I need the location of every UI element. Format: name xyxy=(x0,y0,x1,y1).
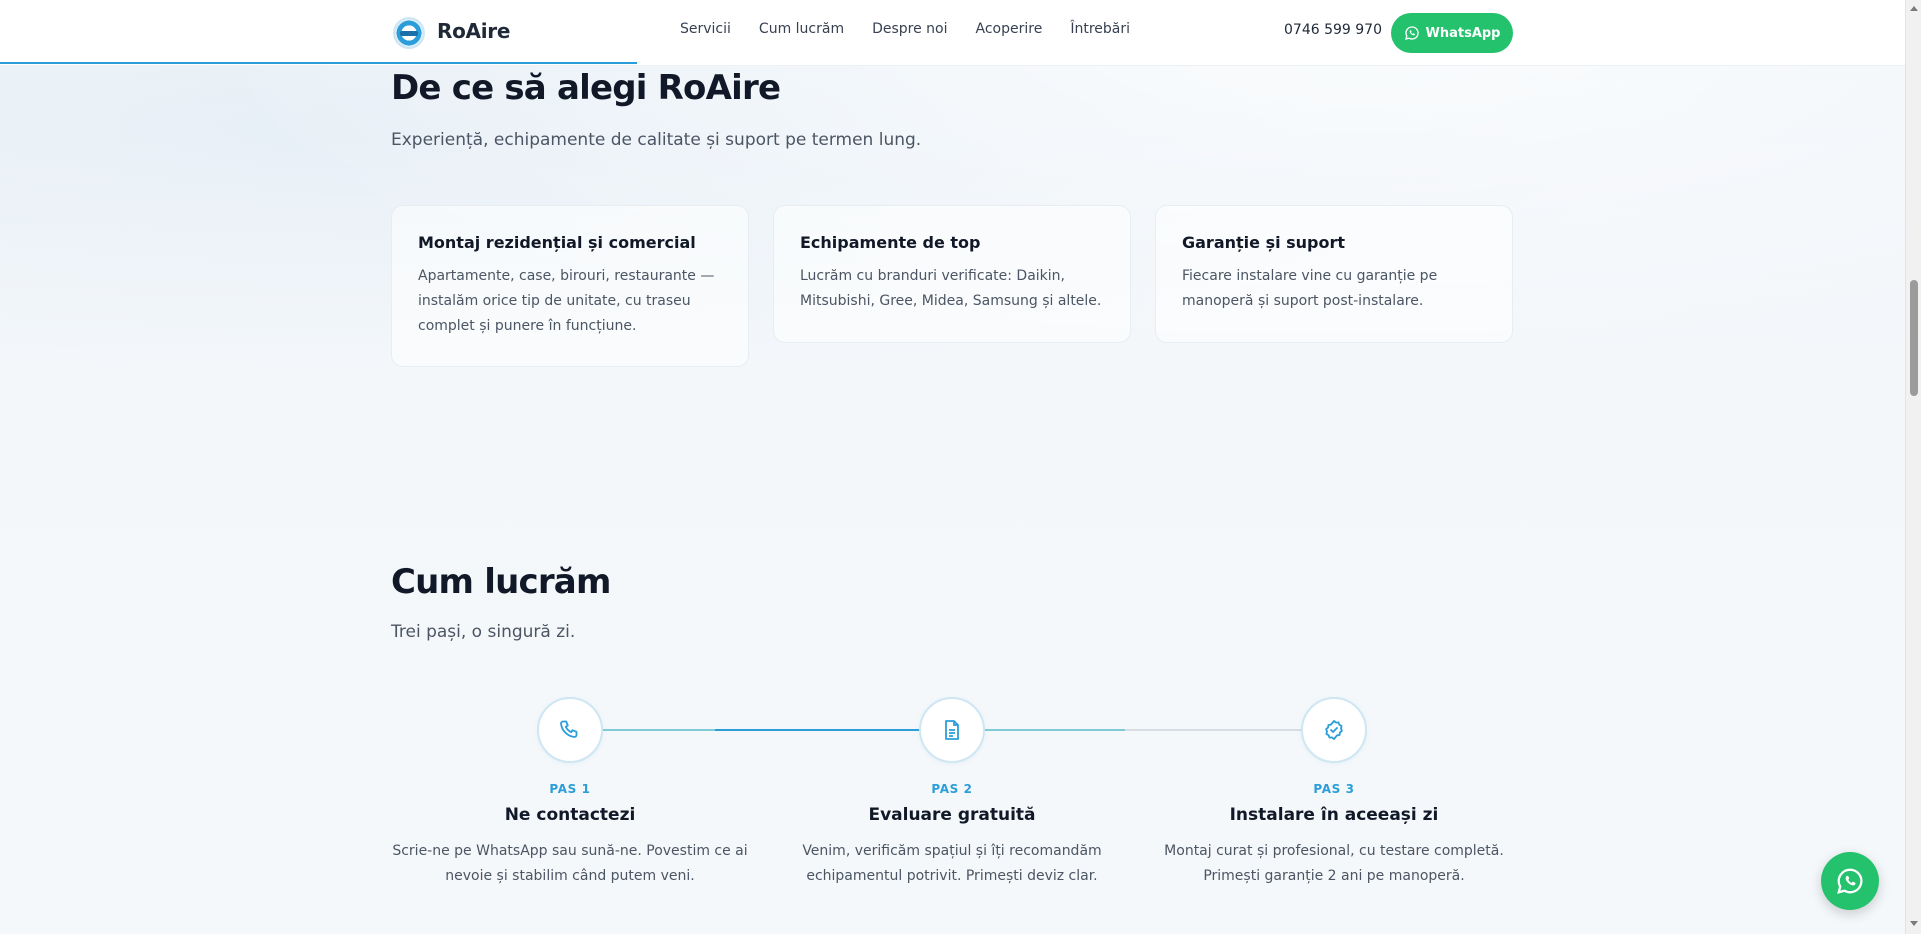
step-2-badge xyxy=(919,697,985,763)
timeline-connector xyxy=(603,729,715,731)
scroll-progress-bar xyxy=(0,62,637,64)
badge-check-icon xyxy=(1325,720,1343,740)
phone-link[interactable]: 0746 599 970 xyxy=(1284,22,1382,38)
whatsapp-icon xyxy=(1404,26,1419,40)
feature-card-title: Montaj rezidențial și comercial xyxy=(418,233,696,252)
timeline-connector xyxy=(1125,729,1302,731)
step-3-badge xyxy=(1301,697,1367,763)
step-label: PAS 1 xyxy=(549,782,591,796)
scrollbar-thumb[interactable] xyxy=(1910,280,1918,396)
site-header: RoAire Servicii Cum lucrăm Despre noi Ac… xyxy=(0,0,1905,66)
timeline-connector xyxy=(985,729,1125,731)
step-description: Venim, verificăm spațiul și îți recomand… xyxy=(802,843,1102,884)
step-description: Montaj curat și profesional, cu testare … xyxy=(1164,843,1504,884)
whatsapp-button[interactable]: WhatsApp xyxy=(1391,13,1513,53)
step-title: Evaluare gratuită xyxy=(868,805,1036,825)
step-2: PAS 2 Evaluare gratuită Venim, verificăm… xyxy=(772,782,1132,889)
feature-card-warranty: Garanție și suport Fiecare instalare vin… xyxy=(1155,205,1513,343)
step-label: PAS 2 xyxy=(931,782,973,796)
scroll-up-arrow-icon[interactable] xyxy=(1910,6,1918,11)
feature-card-text: Apartamente, case, birouri, restaurante … xyxy=(418,268,715,334)
step-label: PAS 3 xyxy=(1313,782,1355,796)
feature-card-title: Echipamente de top xyxy=(800,233,981,252)
whatsapp-icon xyxy=(1837,868,1863,894)
feature-card-equipment: Echipamente de top Lucrăm cu branduri ve… xyxy=(773,205,1131,343)
scroll-down-arrow-icon[interactable] xyxy=(1910,921,1918,926)
feature-card-text: Fiecare instalare vine cu garanție pe ma… xyxy=(1182,268,1438,309)
phone-icon xyxy=(560,720,578,738)
nav-intrebari[interactable]: Întrebări xyxy=(1070,21,1130,37)
step-description: Scrie-ne pe WhatsApp sau sună-ne. Povest… xyxy=(392,843,748,884)
feature-card-text: Lucrăm cu branduri verificate: Daikin, M… xyxy=(800,268,1102,309)
nav-cum-lucram[interactable]: Cum lucrăm xyxy=(759,21,844,37)
main-nav: Servicii Cum lucrăm Despre noi Acoperire… xyxy=(680,21,1158,37)
nav-acoperire[interactable]: Acoperire xyxy=(976,21,1043,37)
how-section-title: Cum lucrăm xyxy=(391,562,611,602)
page: RoAire Servicii Cum lucrăm Despre noi Ac… xyxy=(0,0,1921,934)
step-1: PAS 1 Ne contactezi Scrie-ne pe WhatsApp… xyxy=(390,782,750,889)
nav-despre-noi[interactable]: Despre noi xyxy=(872,21,947,37)
floating-whatsapp-button[interactable] xyxy=(1821,852,1879,910)
step-title: Ne contactezi xyxy=(504,805,636,825)
step-3: PAS 3 Instalare în aceeași zi Montaj cur… xyxy=(1154,782,1514,889)
logo-icon[interactable] xyxy=(393,17,425,49)
nav-servicii[interactable]: Servicii xyxy=(680,21,731,37)
step-title: Instalare în aceeași zi xyxy=(1229,805,1439,825)
how-section-subtitle: Trei pași, o singură zi. xyxy=(391,622,576,642)
whatsapp-button-label: WhatsApp xyxy=(1425,25,1501,41)
why-section-subtitle: Experiență, echipamente de calitate și s… xyxy=(391,130,922,150)
page-scrollbar[interactable] xyxy=(1905,0,1921,934)
why-section-title: De ce să alegi RoAire xyxy=(391,68,781,108)
document-icon xyxy=(945,720,959,740)
step-1-badge xyxy=(537,697,603,763)
feature-card-title: Garanție și suport xyxy=(1182,233,1346,252)
feature-card-residential: Montaj rezidențial și comercial Apartame… xyxy=(391,205,749,367)
timeline-connector xyxy=(715,729,920,731)
brand-name[interactable]: RoAire xyxy=(437,19,510,43)
